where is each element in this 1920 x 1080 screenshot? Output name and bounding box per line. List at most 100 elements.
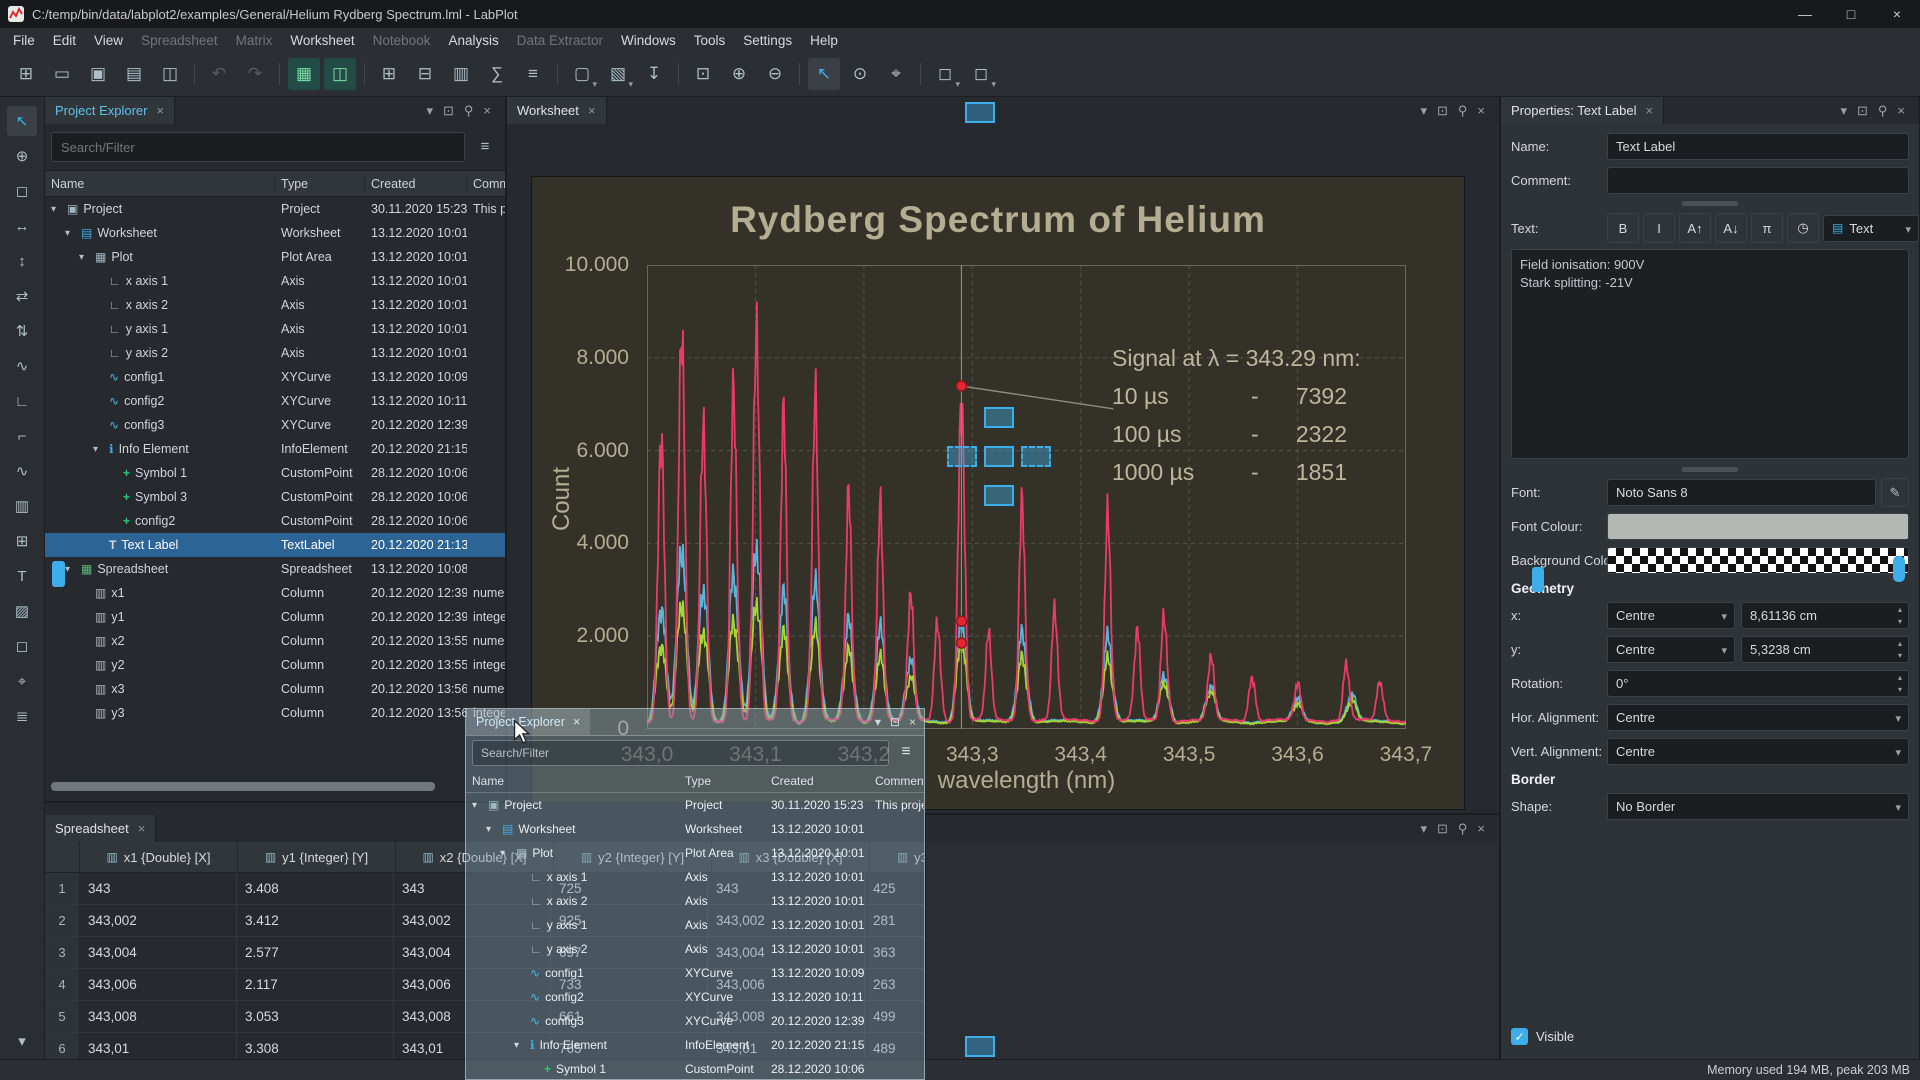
select-tool-button[interactable]: ↖: [808, 58, 840, 90]
x-position-spinbox[interactable]: 8,61136 cm: [1741, 602, 1909, 629]
tree-row[interactable]: ▥ y3 Column 20.12.2020 13:56 integer da: [45, 701, 505, 725]
tree-row[interactable]: ∿ config3 XYCurve 20.12.2020 12:39: [466, 1009, 924, 1033]
tree-row[interactable]: ▾ ▤ Worksheet Worksheet 13.12.2020 10:01: [466, 817, 924, 841]
new-worksheet-button[interactable]: ▢ ▾: [566, 58, 598, 90]
tree-row[interactable]: + Symbol 1 CustomPoint 28.12.2020 10:06: [466, 1057, 924, 1080]
row-number[interactable]: 3: [45, 937, 80, 968]
horizontal-scrollbar[interactable]: [51, 782, 435, 791]
more-tools[interactable]: ≣: [7, 701, 37, 731]
menu-settings[interactable]: Settings: [734, 28, 801, 52]
filter-options-icon[interactable]: ≡: [471, 132, 499, 160]
float-icon[interactable]: ⊡: [1857, 103, 1868, 119]
menu-matrix[interactable]: Matrix: [227, 28, 282, 52]
y-position-spinbox[interactable]: 5,3238 cm: [1741, 636, 1909, 663]
maximize-button[interactable]: □: [1828, 0, 1874, 28]
search-input[interactable]: [51, 132, 465, 162]
scrollbar-thumb[interactable]: [1893, 556, 1905, 582]
scroll-down-button[interactable]: ▾: [7, 1026, 37, 1056]
tab-worksheet[interactable]: Worksheet ×: [507, 97, 607, 124]
select-tool[interactable]: ↖: [7, 106, 37, 136]
font-colour-swatch[interactable]: [1607, 513, 1909, 540]
new-spreadsheet-button[interactable]: ◫: [324, 58, 356, 90]
column-header-name[interactable]: Name: [45, 177, 275, 191]
expander-icon[interactable]: ▾: [93, 444, 104, 455]
tree-row[interactable]: ∟ x axis 1 Axis 13.12.2020 10:01: [45, 269, 505, 293]
tree-row[interactable]: ▾ ▦ Spreadsheet Spreadsheet 13.12.2020 1…: [45, 557, 505, 581]
splitter-grip[interactable]: [52, 561, 65, 587]
add-equation-curve-tool[interactable]: ∿: [7, 456, 37, 486]
cell[interactable]: 343,01: [80, 1033, 237, 1059]
cell[interactable]: 3.412: [237, 905, 394, 936]
tree-row[interactable]: ∿ config2 XYCurve 13.12.2020 10:11: [45, 389, 505, 413]
tab-spreadsheet[interactable]: Spreadsheet ×: [45, 815, 156, 842]
pin-icon[interactable]: ⚲: [1458, 103, 1468, 119]
menu-windows[interactable]: Windows: [612, 28, 685, 52]
tree-row[interactable]: ▥ x1 Column 20.12.2020 12:39 numerical: [45, 581, 505, 605]
tree-row[interactable]: + Symbol 3 CustomPoint 28.12.2020 10:06: [45, 485, 505, 509]
row-number[interactable]: 5: [45, 1001, 80, 1032]
bold-button[interactable]: B: [1607, 213, 1639, 243]
border-shape-combo[interactable]: No Border: [1607, 793, 1909, 820]
shift-y-tool[interactable]: ⇅: [7, 316, 37, 346]
comment-field[interactable]: [1607, 167, 1909, 194]
expander-icon[interactable]: ▾: [51, 204, 62, 215]
crosshair-tool-button[interactable]: ⊙: [844, 58, 876, 90]
print-preview-button[interactable]: ◫: [154, 58, 186, 90]
tree-row[interactable]: ∟ y axis 1 Axis 13.12.2020 10:01: [466, 913, 924, 937]
expander-icon[interactable]: ▾: [79, 252, 90, 263]
rotation-spinbox[interactable]: 0°: [1607, 670, 1909, 697]
cell[interactable]: 3.408: [237, 873, 394, 904]
tree-row[interactable]: ▥ y1 Column 20.12.2020 12:39 integer da: [45, 605, 505, 629]
expander-icon[interactable]: ▾: [65, 228, 76, 239]
name-field[interactable]: [1607, 133, 1909, 160]
font-size-up-button[interactable]: A↑: [1679, 213, 1711, 243]
pin-icon[interactable]: ⚲: [464, 103, 474, 119]
add-x-axis-tool[interactable]: ∟: [7, 386, 37, 416]
insert-column-button[interactable]: ⊟: [409, 58, 441, 90]
add-curve-tool[interactable]: ∿: [7, 351, 37, 381]
menu-file[interactable]: File: [4, 28, 44, 52]
selection-mode-button[interactable]: ◻ ▾: [929, 58, 961, 90]
row-number[interactable]: 1: [45, 873, 80, 904]
add-y-axis-tool[interactable]: ⌐: [7, 421, 37, 451]
new-matrix-button[interactable]: ▥: [445, 58, 477, 90]
tree-row[interactable]: ▥ x2 Column 20.12.2020 13:55 numerical: [45, 629, 505, 653]
corner-cell[interactable]: [45, 842, 80, 872]
tree-row[interactable]: ∟ x axis 2 Axis 13.12.2020 10:01: [466, 889, 924, 913]
tree-row[interactable]: ∟ x axis 2 Axis 13.12.2020 10:01: [45, 293, 505, 317]
visible-checkbox[interactable]: ✓: [1511, 1028, 1528, 1045]
add-boxplot-tool[interactable]: ⊞: [7, 526, 37, 556]
tree-row[interactable]: ▾ ℹ Info Element InfoElement 20.12.2020 …: [466, 1033, 924, 1057]
cell[interactable]: 3.308: [237, 1033, 394, 1059]
tree-row[interactable]: ∿ config2 XYCurve 13.12.2020 10:11: [466, 985, 924, 1009]
menu-tools[interactable]: Tools: [685, 28, 735, 52]
tree-row[interactable]: T Text Label TextLabel 20.12.2020 21:13: [45, 533, 505, 557]
tree-row[interactable]: ▾ ▤ Worksheet Worksheet 13.12.2020 10:01: [45, 221, 505, 245]
symbol-button[interactable]: π: [1751, 213, 1783, 243]
cell[interactable]: 2.577: [237, 937, 394, 968]
tree-row[interactable]: ▾ ▦ Plot Plot Area 13.12.2020 10:01: [466, 841, 924, 865]
new-workbook-button[interactable]: ▦: [288, 58, 320, 90]
expander-icon[interactable]: ▾: [65, 564, 76, 575]
dock-menu-icon[interactable]: ▾: [1420, 103, 1427, 119]
tree-row[interactable]: ▾ ▦ Plot Plot Area 13.12.2020 10:01: [45, 245, 505, 269]
text-editor[interactable]: Field ionisation: 900V Stark splitting: …: [1511, 249, 1909, 459]
dock-menu-icon[interactable]: ▾: [875, 715, 881, 729]
float-icon[interactable]: ⊡: [1437, 821, 1448, 837]
zoom-out-button[interactable]: ⊖: [759, 58, 791, 90]
dock-menu-icon[interactable]: ▾: [1840, 103, 1847, 119]
minimize-button[interactable]: —: [1782, 0, 1828, 28]
tab-properties[interactable]: Properties: Text Label ×: [1501, 97, 1664, 124]
pin-icon[interactable]: ⚲: [1878, 103, 1888, 119]
close-button[interactable]: ×: [1874, 0, 1920, 28]
datetime-button[interactable]: ◷: [1787, 213, 1819, 243]
column-header[interactable]: ▥ y1 {Integer} [Y]: [238, 842, 396, 872]
y-position-combo[interactable]: Centre: [1607, 636, 1735, 663]
font-picker-button[interactable]: ✎: [1881, 478, 1909, 507]
pin-icon[interactable]: ⚲: [1458, 821, 1468, 837]
filter-options-icon[interactable]: ≡: [894, 740, 918, 764]
select-region-tool[interactable]: ◻: [7, 631, 37, 661]
zoom-in-button[interactable]: ⊕: [723, 58, 755, 90]
selection-handle[interactable]: [965, 1036, 995, 1057]
zoom-y-tool[interactable]: ↕: [7, 246, 37, 276]
